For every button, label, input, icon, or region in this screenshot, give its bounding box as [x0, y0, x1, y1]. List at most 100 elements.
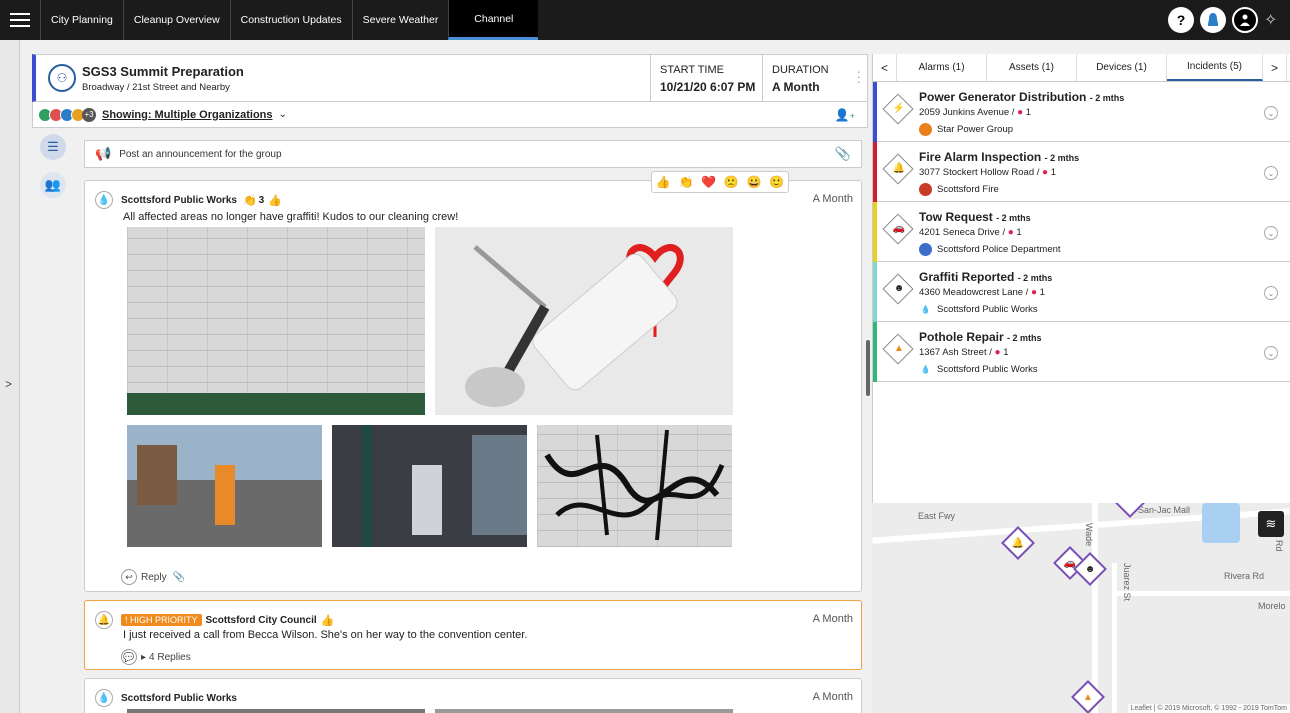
water-drop-icon: 💧	[920, 365, 931, 374]
traffic-cone-icon: ▲	[894, 342, 904, 354]
map-layers-button[interactable]: ≋	[1258, 511, 1284, 537]
tab-devices[interactable]: Devices (1)	[1077, 54, 1167, 81]
incident-row[interactable]: 🚗 Tow Request - 2 mths 4201 Seneca Drive…	[873, 202, 1290, 262]
tab-severe-weather[interactable]: Severe Weather	[351, 0, 449, 40]
megaphone-icon: 📢	[95, 146, 112, 161]
clap-reaction-icon[interactable]: 👏	[679, 175, 694, 189]
incident-address: 1367 Ash Street /	[919, 347, 992, 358]
reply-button[interactable]: Reply	[141, 572, 167, 583]
power-generator-icon: ⚡	[892, 102, 906, 114]
tabs-next-icon[interactable]: >	[1263, 54, 1287, 81]
expand-chevron-icon[interactable]: ⌄	[1264, 346, 1278, 360]
feed-list-icon[interactable]: ☰	[40, 134, 66, 160]
water-drop-icon: 💧	[920, 305, 931, 314]
grin-reaction-icon[interactable]: 😀	[746, 175, 761, 189]
incident-title: Fire Alarm Inspection	[919, 150, 1042, 164]
expand-chevron-icon[interactable]: ⌄	[1264, 166, 1278, 180]
right-panel-tabs: < Alarms (1) Assets (1) Devices (1) Inci…	[873, 54, 1290, 82]
tab-incidents[interactable]: Incidents (5)	[1167, 54, 1263, 81]
replies-toggle[interactable]: 4 Replies	[149, 652, 191, 663]
add-user-icon[interactable]: 👤+	[835, 108, 855, 122]
tabs-prev-icon[interactable]: <	[873, 54, 897, 81]
collapsed-left-panel[interactable]: >	[0, 40, 20, 713]
smile-reaction-icon[interactable]: 🙂	[769, 175, 784, 189]
chevron-down-icon[interactable]: ⌄	[279, 109, 287, 120]
attachment-icon[interactable]: 📎	[835, 146, 851, 162]
incident-org: Star Power Group	[937, 124, 1014, 135]
comment-icon[interactable]: 💬	[121, 649, 137, 665]
tab-alarms[interactable]: Alarms (1)	[897, 54, 987, 81]
attachment-icon[interactable]: 📎	[173, 572, 185, 583]
thumbs-up-icon[interactable]: 👍	[321, 614, 335, 627]
incident-title: Graffiti Reported	[919, 270, 1015, 284]
incident-row[interactable]: ☻ Graffiti Reported - 2 mths 4360 Meadow…	[873, 262, 1290, 322]
tab-city-planning[interactable]: City Planning	[40, 0, 123, 40]
post-image[interactable]	[537, 425, 732, 547]
org-avatar-button[interactable]	[1200, 7, 1226, 33]
showing-organizations-dropdown[interactable]: Showing: Multiple Organizations	[102, 109, 273, 121]
duration-value: A Month	[772, 80, 820, 94]
incident-row[interactable]: ▲ Pothole Repair - 2 mths 1367 Ash Stree…	[873, 322, 1290, 382]
start-time-label: START TIME	[660, 64, 724, 76]
channel-group-button[interactable]	[1232, 7, 1258, 33]
public-works-avatar: 💧	[95, 689, 113, 707]
incident-org: Scottsford Public Works	[937, 364, 1038, 375]
map-marker-pothole[interactable]: ▲	[1071, 680, 1105, 713]
city-council-avatar: 🔔	[95, 611, 113, 629]
post-image[interactable]	[435, 227, 733, 415]
announcement-input[interactable]: 📢 Post an announcement for the group 📎	[84, 140, 862, 168]
map-label-mall: San-Jac Mall	[1138, 505, 1191, 515]
incident-row[interactable]: 🔔 Fire Alarm Inspection - 2 mths 3077 St…	[873, 142, 1290, 202]
org-avatar-stack[interactable]: +3	[38, 107, 96, 122]
group-icon	[1240, 14, 1250, 26]
heart-reaction-icon[interactable]: ❤️	[701, 175, 716, 189]
expand-chevron-icon[interactable]: ⌄	[1264, 226, 1278, 240]
logo-icon[interactable]: ✧	[1264, 10, 1284, 30]
expand-chevron-icon[interactable]: ⌄	[1264, 106, 1278, 120]
location-pin-icon: ●	[994, 347, 1001, 358]
expand-chevron-icon[interactable]: ⌄	[1264, 286, 1278, 300]
feed-scrollbar[interactable]	[866, 340, 870, 396]
members-icon[interactable]: 👥	[40, 172, 66, 198]
post-image[interactable]	[127, 227, 425, 415]
thumbs-up-icon[interactable]: 👍	[268, 194, 282, 207]
reply-icon[interactable]: ↩	[121, 569, 137, 585]
post-text: I just received a call from Becca Wilson…	[123, 629, 528, 641]
top-navigation-bar: City Planning Cleanup Overview Construct…	[0, 0, 1290, 40]
post-author: Scottsford Public Works	[121, 692, 237, 704]
post-image[interactable]	[332, 425, 527, 547]
star-power-logo-icon	[919, 123, 932, 136]
tab-assets[interactable]: Assets (1)	[987, 54, 1077, 81]
expand-replies-icon[interactable]: ▸	[141, 652, 146, 663]
incident-address: 4360 Meadowcrest Lane /	[919, 287, 1029, 298]
post-text: All affected areas no longer have graffi…	[123, 211, 459, 223]
tab-cleanup-overview[interactable]: Cleanup Overview	[122, 0, 230, 40]
map-attribution: Leaflet | © 2019 Microsoft, © 1992 - 201…	[1127, 704, 1290, 713]
right-panel: < Alarms (1) Assets (1) Devices (1) Inci…	[872, 54, 1290, 503]
more-options-icon[interactable]: · · ·	[856, 64, 861, 88]
location-pin-icon: ●	[1017, 107, 1024, 118]
tab-channel[interactable]: Channel	[448, 0, 539, 40]
fire-dept-logo-icon	[919, 183, 932, 196]
menu-icon[interactable]	[0, 0, 40, 40]
sad-reaction-icon[interactable]: 🙁	[724, 175, 739, 189]
thumbs-up-reaction-icon[interactable]: 👍	[656, 175, 671, 189]
incident-row[interactable]: ⚡ Power Generator Distribution - 2 mths …	[873, 82, 1290, 142]
incident-map[interactable]: East Fwy San-Jac Mall Wade Juarez St Riv…	[872, 503, 1290, 713]
help-button[interactable]: ?	[1168, 7, 1194, 33]
channel-group-icon: ⚇	[48, 64, 76, 92]
clap-reaction-icon[interactable]: 👏	[243, 194, 257, 207]
incident-title: Power Generator Distribution	[919, 90, 1087, 104]
organization-filter-bar: +3 Showing: Multiple Organizations ⌄ 👤+	[32, 102, 868, 128]
announcement-placeholder: Post an announcement for the group	[119, 148, 282, 160]
tab-construction-updates[interactable]: Construction Updates	[229, 0, 352, 40]
top-right-actions: ? ✧	[1168, 0, 1290, 40]
channel-header: ⚇ SGS3 Summit Preparation Broadway / 21s…	[32, 54, 868, 102]
post-author: Scottsford City Council	[205, 614, 317, 626]
channel-title: SGS3 Summit Preparation	[82, 64, 244, 79]
expand-arrow-icon[interactable]: >	[5, 377, 12, 391]
incident-address: 2059 Junkins Avenue /	[919, 107, 1015, 118]
org-count-badge: +3	[82, 107, 96, 122]
post-image[interactable]	[127, 425, 322, 547]
map-label-juarez: Juarez St	[1122, 563, 1132, 602]
